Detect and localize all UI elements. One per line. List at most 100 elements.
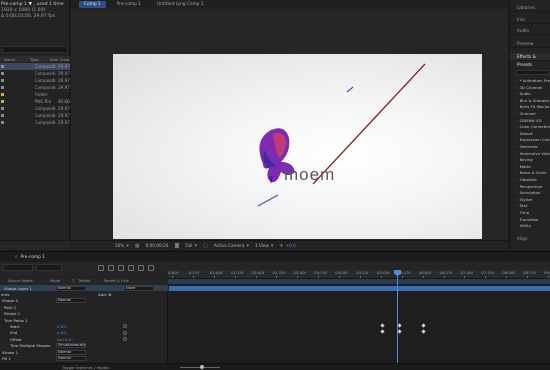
effect-category[interactable]: › Blur & Sharpen <box>516 98 550 103</box>
effect-category[interactable]: › CINEMA 4D <box>516 118 550 123</box>
effect-category[interactable]: › Boris FX Mocha <box>516 104 550 109</box>
add-property-button[interactable]: Add: ⊕ <box>98 292 111 297</box>
effect-category[interactable]: › Simulation <box>516 190 550 195</box>
col-parent[interactable]: Parent & Link <box>104 279 144 283</box>
timeline-property-row[interactable]: Stroke 1 Normal <box>0 349 168 355</box>
zoom-dropdown[interactable]: 50% ▾ <box>115 243 129 249</box>
col-mode[interactable]: Mode <box>50 279 72 283</box>
col-type[interactable]: Type <box>30 57 50 62</box>
tab-pre-comp-1[interactable]: Pre-comp 1 <box>112 1 146 8</box>
timeline-property-row[interactable]: Stroke 1 <box>0 311 168 317</box>
effect-category[interactable]: › Color Correction <box>516 124 550 129</box>
panel-info[interactable]: Info <box>510 16 550 24</box>
effect-category[interactable]: › 3D Channel <box>516 85 550 90</box>
timeline-property-row[interactable]: Shape 4 Normal <box>0 298 168 304</box>
panel-align[interactable]: Align <box>510 235 550 243</box>
toggle-switches-modes[interactable]: Toggle Switches / Modes <box>62 365 109 370</box>
col-frame-rate[interactable]: Frame R... <box>60 57 70 62</box>
timeline-property-row[interactable]: Start 0.0% <box>0 323 168 329</box>
effect-category[interactable]: › Immersive Video <box>516 151 550 156</box>
mode-dropdown[interactable]: Normal <box>56 355 86 361</box>
project-item[interactable]: Composition29.97 <box>0 77 70 84</box>
timeline-property-row[interactable]: Trim Multiple Shapes Simultaneously <box>0 343 168 349</box>
grid-toggle[interactable]: ▦ <box>135 243 140 249</box>
resolution-dropdown[interactable]: Full ▾ <box>185 243 197 249</box>
effect-category[interactable]: › Time <box>516 210 550 215</box>
timeline-search-input[interactable] <box>36 264 62 271</box>
panel-audio[interactable]: Audio <box>510 27 550 35</box>
effect-category[interactable]: › Obsolete <box>516 177 550 182</box>
keyframe-start-3[interactable] <box>421 323 426 328</box>
effect-category[interactable]: › Keying <box>516 157 550 162</box>
motion-blur-icon[interactable] <box>138 265 144 271</box>
effect-category[interactable]: › Generate <box>516 144 550 149</box>
property-value[interactable]: 0.0% <box>57 324 67 329</box>
panel-effects-presets[interactable]: Effects & Presets <box>510 53 550 67</box>
mode-dropdown[interactable]: Normal <box>56 349 86 355</box>
layer-duration-bar[interactable] <box>169 286 550 291</box>
exposure-field[interactable]: ✦ +0.0 <box>279 243 295 249</box>
project-item[interactable]: Composition29.97 <box>0 112 70 119</box>
effect-category[interactable]: › Distort <box>516 131 550 136</box>
expression-pickwhip-icon[interactable] <box>123 337 127 342</box>
effects-search-input[interactable] <box>515 70 549 75</box>
frame-blending-icon[interactable] <box>128 265 134 271</box>
timeline-tracks[interactable] <box>169 284 550 364</box>
keyframe-start-2[interactable] <box>397 323 402 328</box>
effect-category[interactable]: › Perspective <box>516 184 550 189</box>
timeline-property-row[interactable]: Offset 0x+0.0° <box>0 336 168 342</box>
timeline-zoom-knob[interactable] <box>200 365 204 369</box>
views-dropdown[interactable]: 1 View ▾ <box>255 243 273 249</box>
effect-category[interactable]: › Text <box>516 203 550 208</box>
snapshot-button[interactable]: ◙ <box>174 243 179 249</box>
timecode-field[interactable]: 0;00;00;24 <box>146 243 169 248</box>
project-item[interactable]: Composition29.97 <box>0 63 70 70</box>
expression-pickwhip-icon[interactable] <box>123 324 127 329</box>
effect-category[interactable]: › Channel <box>516 111 550 116</box>
property-value[interactable]: 0.0% <box>57 330 67 335</box>
panel-preview[interactable]: Preview <box>510 40 550 48</box>
project-item[interactable]: Composition29.97 <box>0 119 70 126</box>
tab-comp-1[interactable]: Comp 1 <box>79 1 106 8</box>
mode-dropdown[interactable]: Normal <box>56 298 86 304</box>
project-item[interactable]: PNG file 40 KB <box>0 98 70 105</box>
mode-dropdown[interactable]: Simultaneously <box>56 343 86 349</box>
effect-category[interactable]: › Noise & Grain <box>516 170 550 175</box>
project-item[interactable]: Composition29.97 <box>0 70 70 77</box>
col-trkmat[interactable]: TrkMat <box>78 279 104 283</box>
composition-frame[interactable]: moem <box>113 54 482 239</box>
effect-category[interactable]: ›* Animation Presets <box>516 78 550 83</box>
property-value[interactable]: 0x+0.0° <box>57 337 73 342</box>
col-size[interactable]: Size <box>50 57 60 62</box>
timeline-property-row[interactable]: End 0.0% <box>0 330 168 336</box>
keyframe-end-3[interactable] <box>421 329 426 334</box>
mode-dropdown[interactable]: Normal <box>56 285 86 291</box>
keyframe-end-1[interactable] <box>380 329 385 334</box>
timeline-timecode-field[interactable] <box>3 264 33 271</box>
timeline-property-row[interactable]: Path 1 <box>0 304 168 310</box>
timeline-layer-row[interactable]: Shape Layer 1 Normal None <box>0 285 168 291</box>
col-source-name[interactable]: Source Name <box>0 279 50 283</box>
project-item[interactable]: Composition29.97 <box>0 84 70 91</box>
effect-category[interactable]: › Utility <box>516 223 550 228</box>
effect-category[interactable]: › Matte <box>516 164 550 169</box>
expression-pickwhip-icon[interactable] <box>123 330 127 335</box>
effect-category[interactable]: › Stylize <box>516 197 550 202</box>
timeline-property-row[interactable]: Fill 1 Normal <box>0 355 168 361</box>
close-icon[interactable]: × <box>14 255 18 260</box>
effect-category[interactable]: › Transition <box>516 217 550 222</box>
keyframe-start-1[interactable] <box>380 323 385 328</box>
timeline-tab[interactable]: Pre-comp 1 <box>21 255 45 260</box>
composition-mini-flowchart-icon[interactable] <box>98 265 104 271</box>
graph-editor-icon[interactable] <box>148 265 154 271</box>
project-item[interactable]: Composition29.97 <box>0 105 70 112</box>
timeline-property-row[interactable]: Trim Paths 1 <box>0 317 168 323</box>
parent-dropdown[interactable]: None <box>124 285 154 291</box>
panel-libraries[interactable]: Libraries <box>510 4 550 12</box>
col-name[interactable]: Name <box>0 57 30 62</box>
time-ruler[interactable]: 0:00f 0:15f 01:00f 01:15f 02:00f 02:15f 03:00f… <box>168 270 550 279</box>
tab-untitled-lyng-comp[interactable]: Untitled-Lyng Comp 1 <box>152 1 209 8</box>
timeline-property-row[interactable]: ents Add: ⊕ <box>0 291 168 297</box>
camera-dropdown[interactable]: Active Camera ▾ <box>214 243 249 249</box>
keyframe-end-2[interactable] <box>397 329 402 334</box>
